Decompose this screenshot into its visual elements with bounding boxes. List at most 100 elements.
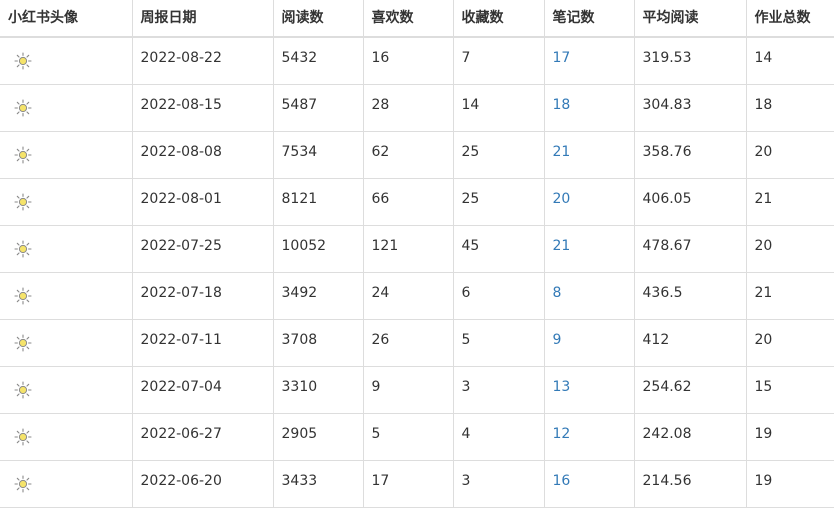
- table-row: 2022-07-04 3310 9 3 13 254.62 15: [0, 366, 834, 414]
- avatar-cell: [0, 460, 132, 508]
- homework-total-cell: 21: [745, 178, 834, 226]
- header-favorites: 收藏数: [452, 0, 544, 38]
- notes-link[interactable]: 13: [543, 366, 634, 414]
- header-avg-reads: 平均阅读: [633, 0, 746, 38]
- table-row: 2022-06-27 2905 5 4 12 242.08 19: [0, 413, 834, 461]
- homework-total-cell: 18: [745, 84, 834, 132]
- homework-total-cell: 19: [745, 413, 834, 461]
- likes-cell: 9: [362, 366, 453, 414]
- reads-cell: 5487: [272, 84, 363, 132]
- avatar-cell: [0, 272, 132, 320]
- table-row: 2022-07-18 3492 24 6 8 436.5 21: [0, 272, 834, 320]
- avatar-cell: [0, 413, 132, 461]
- header-notes: 笔记数: [543, 0, 634, 38]
- sun-icon[interactable]: [14, 98, 32, 117]
- sun-icon[interactable]: [14, 380, 32, 399]
- avatar-cell: [0, 37, 132, 85]
- favorites-cell: 7: [452, 37, 544, 85]
- report-date-cell: 2022-07-18: [131, 272, 273, 320]
- avatar-cell: [0, 366, 132, 414]
- table-row: 2022-08-22 5432 16 7 17 319.53 14: [0, 37, 834, 85]
- avg-reads-cell: 254.62: [633, 366, 746, 414]
- reads-cell: 3310: [272, 366, 363, 414]
- homework-total-cell: 20: [745, 319, 834, 367]
- favorites-cell: 3: [452, 460, 544, 508]
- avg-reads-cell: 478.67: [633, 225, 746, 273]
- report-date-cell: 2022-07-11: [131, 319, 273, 367]
- avg-reads-cell: 214.56: [633, 460, 746, 508]
- reads-cell: 7534: [272, 131, 363, 179]
- reads-cell: 3708: [272, 319, 363, 367]
- avatar-cell: [0, 319, 132, 367]
- sun-icon[interactable]: [14, 474, 32, 493]
- header-report-date: 周报日期: [131, 0, 273, 38]
- table-row: 2022-08-01 8121 66 25 20 406.05 21: [0, 178, 834, 226]
- likes-cell: 17: [362, 460, 453, 508]
- reads-cell: 2905: [272, 413, 363, 461]
- avg-reads-cell: 358.76: [633, 131, 746, 179]
- sun-icon[interactable]: [14, 286, 32, 305]
- reads-cell: 8121: [272, 178, 363, 226]
- favorites-cell: 14: [452, 84, 544, 132]
- header-likes: 喜欢数: [362, 0, 453, 38]
- notes-link[interactable]: 18: [543, 84, 634, 132]
- avg-reads-cell: 412: [633, 319, 746, 367]
- report-date-cell: 2022-08-08: [131, 131, 273, 179]
- reads-cell: 10052: [272, 225, 363, 273]
- likes-cell: 28: [362, 84, 453, 132]
- weekly-report-table: 小红书头像 周报日期 阅读数 喜欢数 收藏数 笔记数 平均阅读 作业总数 202…: [0, 0, 834, 508]
- report-date-cell: 2022-07-25: [131, 225, 273, 273]
- homework-total-cell: 15: [745, 366, 834, 414]
- homework-total-cell: 20: [745, 225, 834, 273]
- reads-cell: 3433: [272, 460, 363, 508]
- avg-reads-cell: 406.05: [633, 178, 746, 226]
- avg-reads-cell: 242.08: [633, 413, 746, 461]
- table-row: 2022-06-20 3433 17 3 16 214.56 19: [0, 460, 834, 508]
- table-body: 2022-08-22 5432 16 7 17 319.53 14 2022-0…: [0, 37, 834, 508]
- notes-link[interactable]: 17: [543, 37, 634, 85]
- header-avatar: 小红书头像: [0, 0, 132, 38]
- table-row: 2022-07-25 10052 121 45 21 478.67 20: [0, 225, 834, 273]
- notes-link[interactable]: 12: [543, 413, 634, 461]
- likes-cell: 62: [362, 131, 453, 179]
- homework-total-cell: 19: [745, 460, 834, 508]
- notes-link[interactable]: 21: [543, 225, 634, 273]
- header-row: 小红书头像 周报日期 阅读数 喜欢数 收藏数 笔记数 平均阅读 作业总数: [0, 0, 834, 38]
- homework-total-cell: 14: [745, 37, 834, 85]
- avatar-cell: [0, 131, 132, 179]
- avg-reads-cell: 304.83: [633, 84, 746, 132]
- avatar-cell: [0, 84, 132, 132]
- favorites-cell: 25: [452, 178, 544, 226]
- favorites-cell: 45: [452, 225, 544, 273]
- avg-reads-cell: 436.5: [633, 272, 746, 320]
- sun-icon[interactable]: [14, 52, 32, 70]
- table-row: 2022-07-11 3708 26 5 9 412 20: [0, 319, 834, 367]
- likes-cell: 66: [362, 178, 453, 226]
- report-date-cell: 2022-08-22: [131, 37, 273, 85]
- sun-icon[interactable]: [14, 427, 32, 446]
- homework-total-cell: 20: [745, 131, 834, 179]
- sun-icon[interactable]: [14, 333, 32, 352]
- table-row: 2022-08-08 7534 62 25 21 358.76 20: [0, 131, 834, 179]
- sun-icon[interactable]: [14, 192, 32, 211]
- sun-icon[interactable]: [14, 239, 32, 258]
- report-date-cell: 2022-08-01: [131, 178, 273, 226]
- notes-link[interactable]: 21: [543, 131, 634, 179]
- avg-reads-cell: 319.53: [633, 37, 746, 85]
- reads-cell: 3492: [272, 272, 363, 320]
- favorites-cell: 25: [452, 131, 544, 179]
- header-reads: 阅读数: [272, 0, 363, 38]
- likes-cell: 16: [362, 37, 453, 85]
- notes-link[interactable]: 16: [543, 460, 634, 508]
- report-date-cell: 2022-06-20: [131, 460, 273, 508]
- header-homework-total: 作业总数: [745, 0, 834, 38]
- homework-total-cell: 21: [745, 272, 834, 320]
- reads-cell: 5432: [272, 37, 363, 85]
- notes-link[interactable]: 8: [543, 272, 634, 320]
- notes-link[interactable]: 9: [543, 319, 634, 367]
- favorites-cell: 6: [452, 272, 544, 320]
- likes-cell: 24: [362, 272, 453, 320]
- favorites-cell: 3: [452, 366, 544, 414]
- notes-link[interactable]: 20: [543, 178, 634, 226]
- sun-icon[interactable]: [14, 145, 32, 164]
